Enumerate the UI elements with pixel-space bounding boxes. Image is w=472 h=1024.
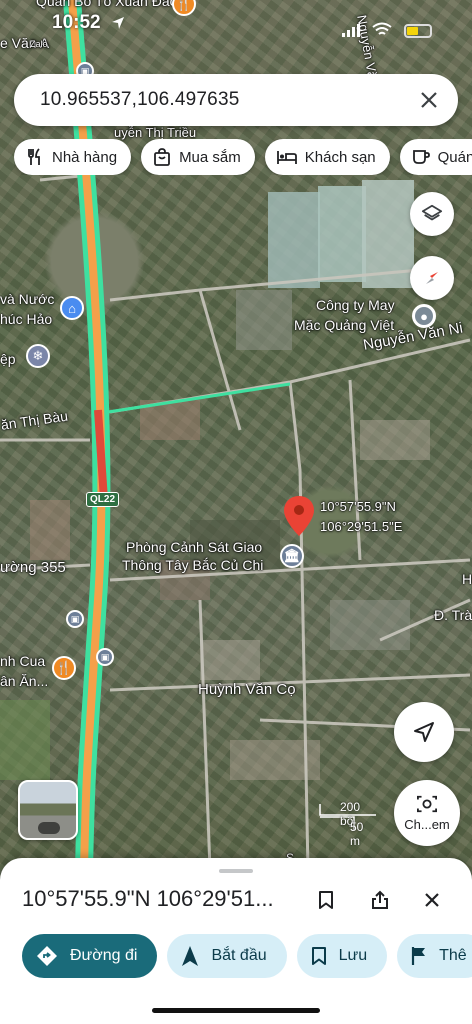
map-label-water-2[interactable]: húc Hảo xyxy=(0,311,52,327)
share-icon xyxy=(372,890,388,909)
chip-restaurants[interactable]: Nhà hàng xyxy=(14,139,132,175)
pin-coords-lat: 10°57'55.9"N xyxy=(320,499,396,514)
map-label-hiep[interactable]: ệp xyxy=(0,351,16,367)
directions-button[interactable]: Đường đi xyxy=(22,934,158,978)
coffee-cup-icon xyxy=(412,150,430,164)
bookmark-icon xyxy=(311,947,326,965)
chip-shopping-label: Mua sắm xyxy=(179,148,241,166)
map-label-police-line2[interactable]: Thông Tây Bắc Củ Chi xyxy=(122,557,263,573)
my-location-button[interactable] xyxy=(394,702,454,762)
map-label-duong-355: ường 355 xyxy=(0,559,66,576)
bus-stop-icon[interactable]: ▣ xyxy=(66,610,84,628)
chip-hotels-label: Khách sạn xyxy=(304,148,376,166)
action-buttons-row: Đường đi Bắt đầu Lưu Thê xyxy=(22,934,472,978)
map-label-company-line1[interactable]: Công ty May xyxy=(316,297,395,313)
chip-cafes[interactable]: Quán xyxy=(399,139,472,175)
start-label: Bắt đầu xyxy=(211,947,267,964)
map-label-water-1[interactable]: và Nước xyxy=(0,291,54,307)
map-label-police-line1[interactable]: Phòng Cảnh Sát Giao xyxy=(126,539,262,555)
home-indicator xyxy=(152,1008,320,1013)
category-chips: Nhà hàng Mua sắm Khách sạn Quán xyxy=(14,139,472,175)
share-button[interactable] xyxy=(362,882,398,918)
map-label-huynh-van-co: Huỳnh Văn Cọ xyxy=(198,681,296,698)
lens-button[interactable]: Ch...em xyxy=(394,780,460,846)
clear-search-button[interactable] xyxy=(416,87,442,113)
restaurant-poi-icon-2[interactable]: 🍴 xyxy=(52,656,76,680)
directions-label: Đường đi xyxy=(70,947,138,964)
map-label-cua-2[interactable]: ân Ăn... xyxy=(0,673,48,689)
flag-icon xyxy=(412,947,426,965)
shop-poi-icon[interactable]: ⌂ xyxy=(60,296,84,320)
save-label: Lưu xyxy=(338,947,368,964)
directions-icon xyxy=(37,946,57,966)
chip-hotels[interactable]: Khách sạn xyxy=(264,139,390,175)
sheet-drag-handle[interactable] xyxy=(219,869,253,873)
add-label-label: Thê xyxy=(439,947,467,964)
scale-meters: 50 m xyxy=(350,820,364,848)
wifi-icon xyxy=(372,22,392,35)
search-input[interactable]: 10.965537,106.497635 xyxy=(40,89,239,111)
bus-stop-icon-2[interactable]: ▣ xyxy=(96,648,114,666)
bookmark-icon xyxy=(319,891,333,909)
fork-knife-icon xyxy=(28,148,40,165)
add-label-button[interactable]: Thê xyxy=(397,934,472,978)
service-poi-icon[interactable]: ❄ xyxy=(26,344,50,368)
layers-button[interactable] xyxy=(410,192,454,236)
close-icon xyxy=(421,92,437,108)
compass-button[interactable] xyxy=(410,256,454,300)
place-title: 10°57'55.9"N 106°29'51... xyxy=(22,886,274,911)
police-poi-icon[interactable]: 🏛 xyxy=(280,544,304,568)
chip-shopping[interactable]: Mua sắm xyxy=(141,139,255,175)
location-arrow-icon xyxy=(112,17,124,29)
navigation-arrow-icon xyxy=(414,722,434,742)
save-button[interactable]: Lưu xyxy=(296,934,388,978)
dropped-pin-icon[interactable] xyxy=(284,496,314,541)
company-poi-icon[interactable]: ● xyxy=(412,304,436,328)
navigation-arrow-icon xyxy=(182,946,199,966)
compass-icon xyxy=(426,272,438,284)
camera-search-icon xyxy=(417,795,437,813)
close-icon xyxy=(425,893,439,907)
cellular-signal-icon xyxy=(342,24,360,37)
road-shield-ql22: QL22 xyxy=(86,492,120,507)
search-bar[interactable]: 10.965537,106.497635 xyxy=(14,74,458,126)
close-sheet-button[interactable] xyxy=(414,882,450,918)
chip-cafes-label: Quán xyxy=(437,148,472,166)
map-label-company-line2[interactable]: Mặc Quảng Việt xyxy=(294,317,394,333)
bed-icon xyxy=(276,151,297,164)
save-place-button[interactable] xyxy=(308,882,344,918)
lens-label: Ch...em xyxy=(404,817,450,832)
start-button[interactable]: Bắt đầu xyxy=(167,934,287,978)
pin-coords-lng: 106°29'51.5"E xyxy=(320,519,403,534)
place-bottom-sheet[interactable]: 10°57'55.9"N 106°29'51... Đường đi Bắt đ… xyxy=(0,858,472,1024)
battery-icon xyxy=(404,24,432,38)
map-label-d-tra: Đ. Trà xyxy=(434,607,472,623)
map-view[interactable]: Quán Bò Tô Xuân Đào e Văn A Zalo Nguyễn … xyxy=(0,0,472,870)
layers-icon xyxy=(421,204,443,221)
street-view-360-icon xyxy=(38,822,60,834)
street-view-thumbnail[interactable] xyxy=(18,780,78,840)
map-label-right-edge: H xyxy=(462,571,472,587)
chip-restaurants-label: Nhà hàng xyxy=(52,148,118,166)
status-time: 10:52 xyxy=(52,12,101,33)
shopping-bag-icon xyxy=(154,148,170,166)
map-label-cua-1[interactable]: nh Cua xyxy=(0,653,45,669)
status-bar: 10:52 xyxy=(0,0,472,46)
